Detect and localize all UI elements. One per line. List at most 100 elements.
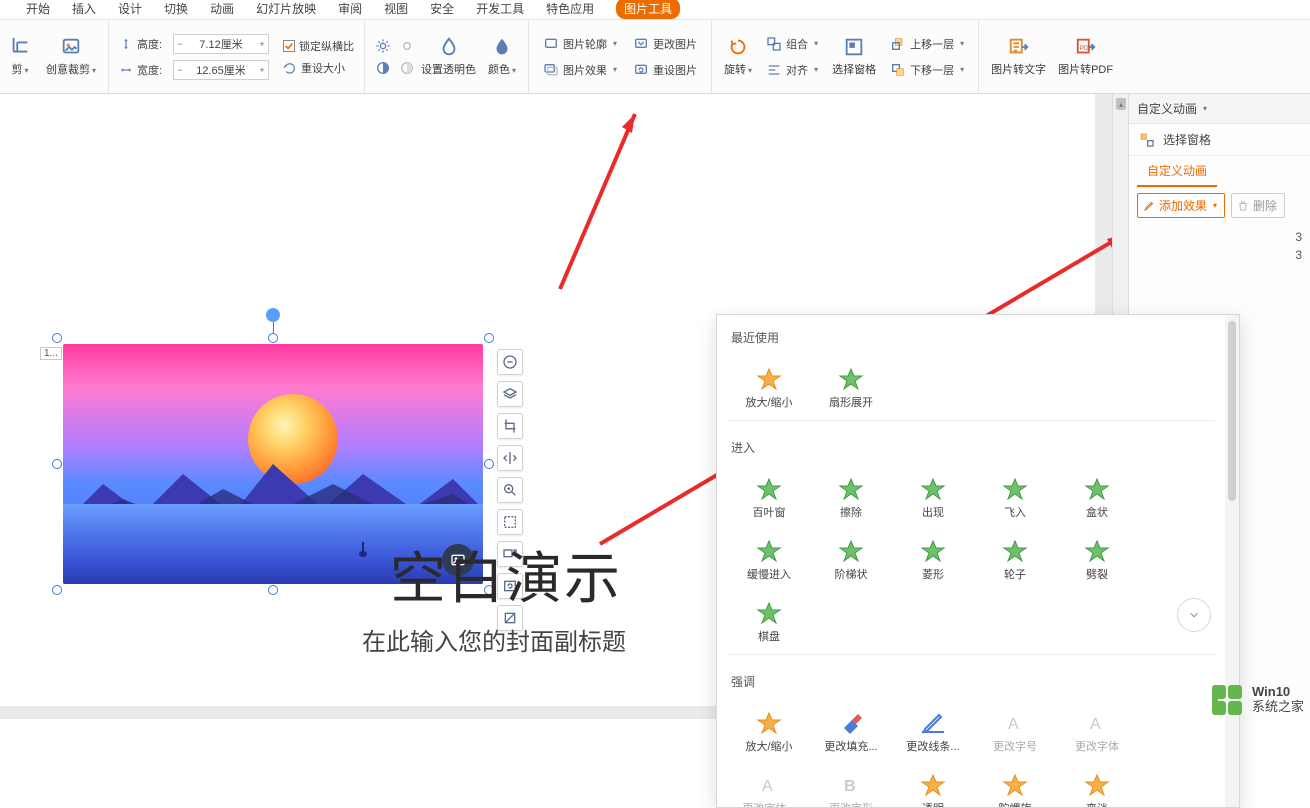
tab-slideshow[interactable]: 幻灯片放映 bbox=[256, 0, 316, 17]
scroll-up-icon[interactable]: ▴ bbox=[1116, 98, 1126, 110]
lock-ratio-label: 锁定纵横比 bbox=[299, 38, 354, 54]
fx-item-label: 擦除 bbox=[840, 504, 862, 520]
list-row[interactable]: 3 bbox=[1137, 246, 1302, 264]
contrast-up-icon[interactable] bbox=[375, 60, 391, 76]
reset-picture-button[interactable]: 重设图片 bbox=[629, 60, 701, 80]
reset-size[interactable]: 重设大小 bbox=[283, 60, 354, 76]
add-effect-button[interactable]: 添加效果 ▾ bbox=[1137, 193, 1225, 218]
selection-pane-button[interactable]: 选择窗格 bbox=[826, 36, 882, 77]
fx-more-entrance[interactable] bbox=[1177, 598, 1211, 632]
color-label: 颜色 bbox=[488, 64, 510, 76]
fx-item-emphasis[interactable]: B更改字形 bbox=[813, 758, 889, 807]
chevron-down-icon: ▾ bbox=[92, 66, 96, 75]
fx-item-entrance[interactable]: 劈裂 bbox=[1059, 524, 1135, 582]
fx-item-zoom[interactable]: 放大/缩小 bbox=[731, 352, 807, 410]
fx-item-emphasis[interactable]: A更改字体... bbox=[731, 758, 807, 807]
float-layers[interactable] bbox=[497, 381, 523, 407]
width-decrease[interactable]: − bbox=[174, 61, 186, 79]
slide-number-tag: 1... bbox=[40, 347, 62, 360]
chevron-down-icon: ▾ bbox=[1203, 104, 1207, 113]
change-picture-button[interactable]: 更改图片 bbox=[629, 34, 701, 54]
fx-scrollbar[interactable] bbox=[1225, 315, 1239, 807]
fx-item-entrance[interactable]: 飞入 bbox=[977, 462, 1053, 520]
set-transparent-color-button[interactable]: 设置透明色 bbox=[415, 36, 482, 77]
delete-effect-button[interactable]: 删除 bbox=[1231, 193, 1285, 218]
fx-item-emphasis[interactable]: 透明 bbox=[895, 758, 971, 807]
fx-item-entrance[interactable]: 盒状 bbox=[1059, 462, 1135, 520]
creative-crop-button[interactable]: 创意裁剪▾ bbox=[40, 36, 102, 77]
slide-subtitle[interactable]: 在此输入您的封面副标题 bbox=[362, 622, 626, 657]
brightness-down-icon[interactable] bbox=[399, 38, 415, 54]
pencil-icon bbox=[1143, 200, 1155, 212]
fx-item-entrance[interactable]: 菱形 bbox=[895, 524, 971, 582]
fx-item-entrance[interactable]: 出现 bbox=[895, 462, 971, 520]
float-zoom[interactable] bbox=[497, 477, 523, 503]
tab-review[interactable]: 审阅 bbox=[338, 0, 362, 17]
fx-item-label: 劈裂 bbox=[1086, 566, 1108, 582]
slide-title[interactable]: 空白演示 bbox=[390, 534, 622, 615]
picture-to-pdf-button[interactable]: PDF 图片转PDF bbox=[1052, 36, 1119, 77]
height-decrease[interactable]: − bbox=[174, 35, 186, 53]
picture-effects-button[interactable]: 图片效果▾ bbox=[539, 60, 621, 80]
fx-item-emphasis[interactable]: 更改线条... bbox=[895, 696, 971, 754]
lock-aspect-ratio[interactable]: 锁定纵横比 bbox=[283, 38, 354, 54]
send-backward-button[interactable]: 下移一层▾ bbox=[886, 60, 968, 80]
fx-item-emphasis[interactable]: 放大/缩小 bbox=[731, 696, 807, 754]
picture-to-text-button[interactable]: 图片转文字 bbox=[985, 36, 1052, 77]
fx-item-entrance[interactable]: 轮子 bbox=[977, 524, 1053, 582]
bring-forward-label: 上移一层 bbox=[910, 36, 954, 52]
align-button[interactable]: 对齐▾ bbox=[762, 60, 822, 80]
float-minus[interactable] bbox=[497, 349, 523, 375]
tab-special[interactable]: 特色应用 bbox=[546, 0, 594, 17]
tab-transition[interactable]: 切换 bbox=[164, 0, 188, 17]
height-stepper[interactable]: − + bbox=[173, 34, 269, 54]
width-increase[interactable]: + bbox=[256, 61, 268, 79]
list-row[interactable]: 3 bbox=[1137, 228, 1302, 246]
bring-forward-button[interactable]: 上移一层▾ bbox=[886, 34, 968, 54]
selection-pane-label: 选择窗格 bbox=[832, 61, 876, 77]
float-flip[interactable] bbox=[497, 445, 523, 471]
fx-item-emphasis[interactable]: 更改填充... bbox=[813, 696, 889, 754]
height-increase[interactable]: + bbox=[256, 35, 268, 53]
sidebar-select-pane[interactable]: 选择窗格 bbox=[1129, 124, 1310, 155]
fx-item-entrance[interactable]: 棋盘 bbox=[731, 586, 807, 644]
group-button[interactable]: 组合▾ bbox=[762, 34, 822, 54]
height-input[interactable] bbox=[186, 35, 256, 53]
fx-item-label: 出现 bbox=[922, 504, 944, 520]
rotate-label: 旋转 bbox=[724, 64, 746, 76]
rotation-handle[interactable] bbox=[266, 308, 280, 322]
fx-item-fan[interactable]: 扇形展开 bbox=[813, 352, 889, 410]
reset-picture-label: 重设图片 bbox=[653, 62, 697, 78]
tab-picture-tools[interactable]: 图片工具 bbox=[616, 0, 680, 19]
fx-item-entrance[interactable]: 缓慢进入 bbox=[731, 524, 807, 582]
rotate-button[interactable]: 旋转▾ bbox=[718, 36, 758, 77]
color-button[interactable]: 颜色▾ bbox=[482, 36, 522, 77]
float-select[interactable] bbox=[497, 509, 523, 535]
fx-item-label: 轮子 bbox=[1004, 566, 1026, 582]
height-icon bbox=[119, 37, 133, 51]
width-stepper[interactable]: − + bbox=[173, 60, 269, 80]
fx-item-entrance[interactable]: 阶梯状 bbox=[813, 524, 889, 582]
chevron-down-icon: ▾ bbox=[814, 39, 818, 48]
tab-start[interactable]: 开始 bbox=[26, 0, 50, 17]
width-input[interactable] bbox=[186, 61, 256, 79]
fx-item-emphasis[interactable]: A更改字号 bbox=[977, 696, 1053, 754]
tab-design[interactable]: 设计 bbox=[118, 0, 142, 17]
brightness-up-icon[interactable] bbox=[375, 38, 391, 54]
tab-animation[interactable]: 动画 bbox=[210, 0, 234, 17]
tab-view[interactable]: 视图 bbox=[384, 0, 408, 17]
sidebar-title[interactable]: 自定义动画 ▾ bbox=[1129, 94, 1310, 124]
tab-security[interactable]: 安全 bbox=[430, 0, 454, 17]
fx-item-emphasis[interactable]: 陀螺旋 bbox=[977, 758, 1053, 807]
fx-item-entrance[interactable]: 百叶窗 bbox=[731, 462, 807, 520]
fx-item-label: 变淡 bbox=[1086, 800, 1108, 807]
contrast-down-icon[interactable] bbox=[399, 60, 415, 76]
fx-item-entrance[interactable]: 擦除 bbox=[813, 462, 889, 520]
fx-item-emphasis[interactable]: 变淡 bbox=[1059, 758, 1135, 807]
float-crop[interactable] bbox=[497, 413, 523, 439]
crop-button[interactable]: 剪▾ bbox=[0, 36, 40, 77]
picture-outline-button[interactable]: 图片轮廓▾ bbox=[539, 34, 621, 54]
tab-insert[interactable]: 插入 bbox=[72, 0, 96, 17]
tab-developer[interactable]: 开发工具 bbox=[476, 0, 524, 17]
fx-item-emphasis[interactable]: A更改字体 bbox=[1059, 696, 1135, 754]
